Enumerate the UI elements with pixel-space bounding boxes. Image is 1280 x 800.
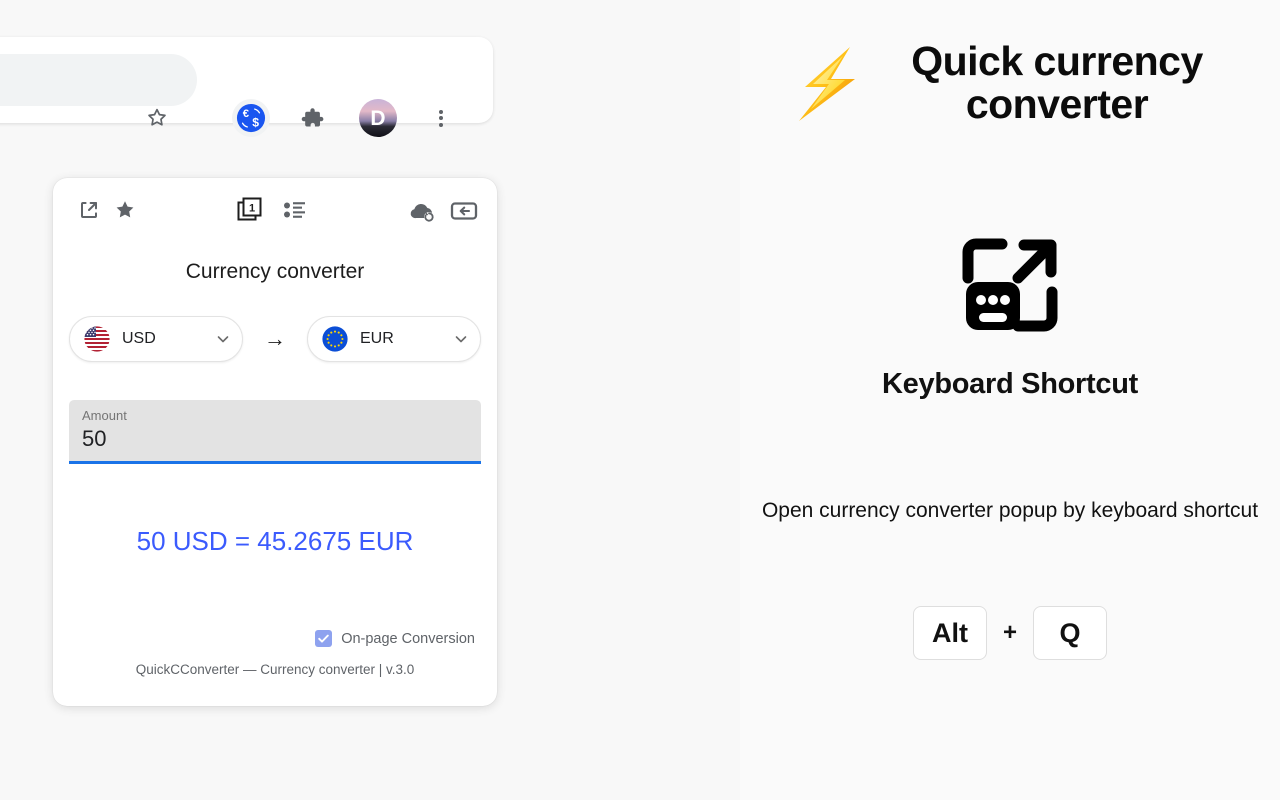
popup-footer-text: QuickCConverter — Currency converter | v… (135, 662, 415, 677)
onpage-conversion-label: On-page Conversion (341, 630, 475, 647)
shortcut-key-alt[interactable]: Alt (912, 606, 987, 660)
list-icon[interactable] (281, 196, 309, 224)
brand-header: Quick currency converter (740, 38, 1280, 128)
to-currency-select[interactable]: EUR (307, 316, 481, 362)
svg-text:$: $ (252, 115, 259, 129)
converter-popup-card: 1 Currency converter USD → EUR Amount 50… (53, 178, 497, 706)
chrome-menu-icon[interactable] (426, 101, 456, 135)
us-flag-icon (84, 326, 110, 352)
collapse-left-icon[interactable] (449, 197, 479, 225)
currency-selector-row: USD → EUR (69, 314, 481, 364)
eu-flag-icon (322, 326, 348, 352)
svg-text:€: € (243, 108, 250, 120)
keyboard-shortcut-popup-icon (740, 236, 1280, 336)
cloud-sync-icon[interactable] (408, 197, 438, 225)
to-currency-code: EUR (360, 330, 394, 347)
address-bar-input[interactable] (0, 54, 197, 106)
from-currency-select[interactable]: USD (69, 316, 243, 362)
shortcut-keys-row: Alt + Q (740, 606, 1280, 660)
menu-dot (439, 116, 443, 120)
chevron-down-icon[interactable] (214, 330, 232, 348)
shortcut-key-separator: + (1002, 619, 1017, 646)
popup-title: Currency converter (185, 260, 365, 283)
onpage-conversion-checkbox[interactable] (315, 630, 333, 647)
profile-avatar[interactable]: D (359, 99, 397, 137)
browser-toolbar: € $ D (0, 37, 493, 137)
multi-convert-count: 1 (249, 203, 255, 215)
shortcut-key-q[interactable]: Q (1033, 606, 1107, 660)
currency-extension-icon[interactable]: € $ (232, 99, 270, 137)
from-currency-code: USD (122, 330, 156, 347)
open-in-new-icon[interactable] (75, 196, 103, 224)
avatar-initial: D (359, 99, 397, 137)
favorite-star-icon[interactable] (111, 196, 139, 224)
puzzle-extensions-icon[interactable] (294, 100, 330, 136)
conversion-result: 50 USD = 45.2675 EUR (136, 526, 414, 556)
menu-dot (439, 122, 443, 127)
onpage-conversion-row[interactable]: On-page Conversion (315, 630, 475, 647)
chevron-down-icon[interactable] (452, 330, 470, 348)
multi-convert-icon[interactable]: 1 (235, 195, 265, 225)
promo-right-pane: Quick currency converter Keyboard Shortc… (740, 0, 1280, 800)
feature-heading: Keyboard Shortcut (882, 368, 1138, 400)
amount-field-label: Amount (82, 408, 127, 423)
lightning-bolt-icon (793, 43, 865, 123)
amount-input-field[interactable]: Amount 50 (69, 400, 481, 464)
amount-input-value[interactable]: 50 (82, 426, 106, 452)
conversion-direction-arrow: → (264, 326, 286, 351)
popup-toolbar: 1 (53, 178, 497, 244)
brand-title: Quick currency converter (911, 38, 1203, 128)
star-bookmark-icon[interactable] (140, 101, 174, 135)
feature-description: Open currency converter popup by keyboar… (761, 499, 1259, 522)
menu-dot (439, 109, 443, 114)
browser-left-pane: € $ D 1 Currency converter USD → EUR Amo… (0, 0, 740, 800)
